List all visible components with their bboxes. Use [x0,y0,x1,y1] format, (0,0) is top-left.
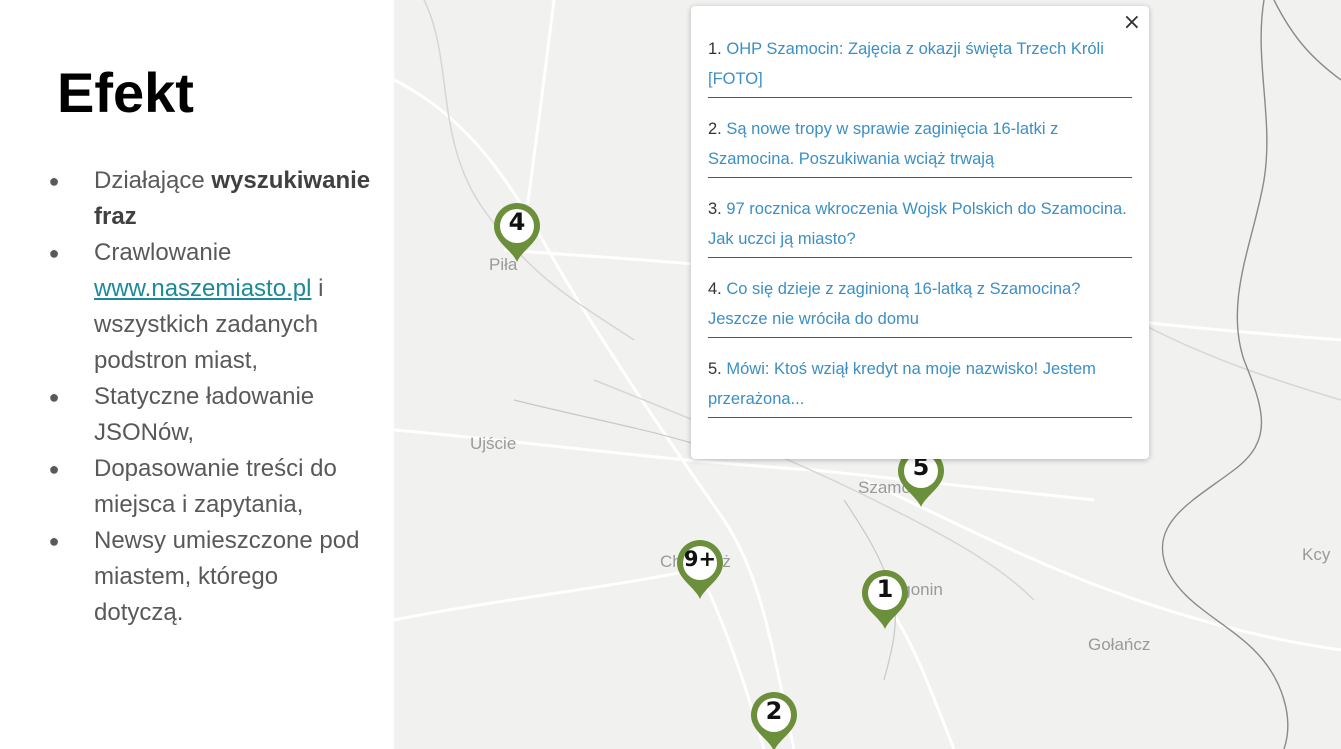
city-label-golancz: Gołańcz [1088,635,1151,654]
news-item: 1. OHP Szamocin: Zajęcia z okazji święta… [708,32,1132,98]
bullet-dot-icon: ● [48,459,60,479]
city-label-kcynia: Kcy [1302,545,1331,564]
bullet-item: ● Crawlowanie www.naszemiasto.pl i wszyst… [44,235,374,379]
slide-title: Efekt [57,61,194,124]
news-link[interactable]: Są nowe tropy w sprawie zaginięcia 16-la… [708,120,1058,168]
slide-panel: Efekt ● Działające wyszukiwanie fraz ● Cra… [0,0,394,749]
marker-count: 4 [508,208,526,236]
bullet-dot-icon: ● [48,387,60,407]
news-list: 1. OHP Szamocin: Zajęcia z okazji święta… [708,32,1132,432]
news-item: 4. Co się dzieje z zaginioną 16-latką z … [708,272,1132,338]
bullet-dot-icon: ● [48,243,60,263]
news-link[interactable]: 97 rocznica wkroczenia Wojsk Polskich do… [708,200,1127,248]
news-item: 5. Mówi: Ktoś wziął kredyt na moje nazwi… [708,352,1132,418]
marker-count: 9+ [683,547,717,571]
news-link[interactable]: Co się dzieje z zaginioną 16-latką z Sza… [708,280,1080,328]
bullet-text: Dopasowanie treści do miejsca i zapytani… [94,455,337,518]
map-marker-margonin[interactable]: 1 [860,569,910,631]
bullet-text: Crawlowanie [94,239,232,266]
naszemiasto-link[interactable]: www.naszemiasto.pl [94,275,311,302]
map-marker-chodziez[interactable]: 9+ [675,539,725,601]
bullet-dot-icon: ● [48,531,60,551]
map-marker-bottom[interactable]: 2 [749,691,799,749]
bullet-dot-icon: ● [48,171,60,191]
marker-count: 1 [876,575,894,603]
bullet-list: ● Działające wyszukiwanie fraz ● Crawlowan… [44,163,374,631]
news-item: 2. Są nowe tropy w sprawie zaginięcia 16… [708,112,1132,178]
bullet-text: Newsy umieszczone pod miastem, którego d… [94,527,360,626]
bullet-item: ● Statyczne ładowanie JSONów, [44,379,374,451]
news-item: 3. 97 rocznica wkroczenia Wojsk Polskich… [708,192,1132,258]
city-label-ujscie: Ujście [470,434,517,453]
bullet-text: Statyczne ładowanie JSONów, [94,383,315,446]
marker-count: 2 [765,697,783,725]
bullet-text: Działające [94,167,212,194]
bullet-item: ● Działające wyszukiwanie fraz [44,163,374,235]
map-marker-pila[interactable]: 4 [492,202,542,264]
news-popup: × 1. OHP Szamocin: Zajęcia z okazji świę… [691,6,1149,459]
news-number: 3. [708,200,727,218]
news-link[interactable]: OHP Szamocin: Zajęcia z okazji święta Tr… [708,40,1104,88]
news-number: 1. [708,40,727,58]
bullet-item: ● Newsy umieszczone pod miastem, którego … [44,523,374,631]
bullet-item: ● Dopasowanie treści do miejsca i zapytan… [44,451,374,523]
news-number: 2. [708,120,727,138]
news-link[interactable]: Mówi: Ktoś wziął kredyt na moje nazwisko… [708,360,1096,408]
news-number: 5. [708,360,727,378]
news-number: 4. [708,280,727,298]
